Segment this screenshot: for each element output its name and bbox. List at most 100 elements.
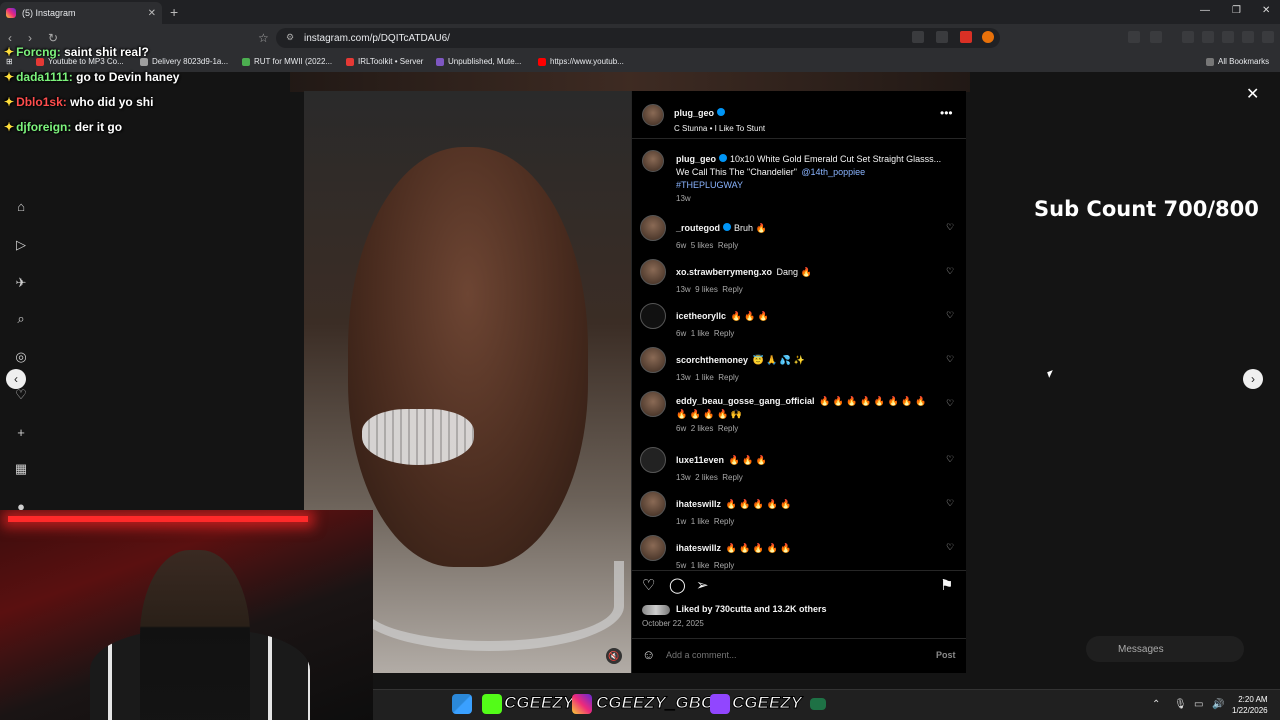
share-icon[interactable] <box>936 31 948 43</box>
caption-mention[interactable]: @14th_poppiee <box>801 167 865 177</box>
messages-button[interactable]: Messages <box>1086 636 1244 662</box>
comment-avatar[interactable] <box>640 347 666 373</box>
reply-button[interactable]: Reply <box>718 424 738 433</box>
clock[interactable]: 2:20 AM 1/22/2026 <box>1232 694 1268 716</box>
comment-username[interactable]: icetheoryllc <box>676 311 726 321</box>
excel-icon[interactable] <box>810 698 826 710</box>
author-avatar[interactable] <box>642 104 664 126</box>
messenger-icon[interactable]: ✈ <box>12 274 30 292</box>
create-icon[interactable]: + <box>12 424 30 442</box>
home-icon[interactable]: ⌂ <box>12 198 30 216</box>
reply-button[interactable]: Reply <box>714 329 734 338</box>
bookmark-star-icon[interactable]: ☆ <box>258 31 269 45</box>
comment-avatar[interactable] <box>640 535 666 561</box>
comment-avatar[interactable] <box>640 491 666 517</box>
comment-likes[interactable]: 1 like <box>695 373 714 382</box>
caption-hashtag[interactable]: #THEPLUGWAY <box>676 180 743 190</box>
reply-button[interactable]: Reply <box>722 285 742 294</box>
comment-like-icon[interactable]: ♡ <box>946 454 954 465</box>
comment-like-icon[interactable]: ♡ <box>946 310 954 321</box>
comment-likes[interactable]: 1 like <box>691 329 710 338</box>
caption-username[interactable]: plug_geo <box>676 154 716 164</box>
bookmark-item[interactable]: https://www.youtub... <box>538 57 624 66</box>
reply-button[interactable]: Reply <box>718 373 738 382</box>
likes-row[interactable]: Liked by 730cutta and 13.2K others <box>642 604 827 615</box>
extensions-icon[interactable] <box>1128 31 1140 43</box>
reels-icon[interactable]: ▷ <box>12 236 30 254</box>
comment-username[interactable]: eddy_beau_gosse_gang_official <box>676 396 815 406</box>
reply-button[interactable]: Reply <box>722 473 742 482</box>
comment-like-icon[interactable]: ♡ <box>946 542 954 553</box>
vpn-icon[interactable] <box>1202 31 1214 43</box>
dashboard-icon[interactable]: ▦ <box>12 460 30 478</box>
wallet-icon[interactable] <box>1150 31 1162 43</box>
bookmark-item[interactable]: RUT for MWII (2022... <box>242 57 332 66</box>
network-icon[interactable]: ▭ <box>1194 699 1203 710</box>
reload-icon[interactable]: ↻ <box>48 31 58 45</box>
comment-likes[interactable]: 2 likes <box>695 473 718 482</box>
comment-avatar[interactable] <box>640 303 666 329</box>
comment-like-icon[interactable]: ♡ <box>946 354 954 365</box>
comment-icon[interactable]: ◯ <box>669 576 686 594</box>
author-username[interactable]: plug_geo <box>674 108 714 118</box>
comment-likes[interactable]: 1 like <box>691 561 710 570</box>
caption-avatar[interactable] <box>642 150 664 172</box>
reply-button[interactable]: Reply <box>718 241 738 250</box>
forward-icon[interactable]: › <box>28 31 32 45</box>
comment-username[interactable]: xo.strawberrymeng.xo <box>676 267 772 277</box>
explore-icon[interactable]: ◎ <box>12 348 30 366</box>
comment-avatar[interactable] <box>640 447 666 473</box>
bookmark-item[interactable]: Delivery 8023d9-1a... <box>140 57 228 66</box>
tray-chevron-icon[interactable]: ⌃ <box>1152 699 1160 710</box>
comment-likes[interactable]: 5 likes <box>691 241 714 250</box>
tab-instagram[interactable]: (5) Instagram ✕ <box>0 2 162 24</box>
comment-avatar[interactable] <box>640 391 666 417</box>
comment-like-icon[interactable]: ♡ <box>946 266 954 277</box>
more-options-icon[interactable]: ••• <box>940 106 953 120</box>
comment-username[interactable]: ihateswillz <box>676 543 721 553</box>
site-info-icon[interactable]: ⚙ <box>286 32 294 43</box>
windows-start-icon[interactable] <box>452 694 472 714</box>
rewards-icon[interactable] <box>982 31 994 43</box>
profile-icon[interactable] <box>1242 31 1254 43</box>
volume-icon[interactable]: 🔊 <box>1212 699 1224 710</box>
minimize-icon[interactable]: — <box>1200 5 1210 16</box>
menu-icon[interactable] <box>1262 31 1274 43</box>
previous-post-icon[interactable]: ‹ <box>6 369 26 389</box>
post-comment-button[interactable]: Post <box>936 650 956 660</box>
comment-username[interactable]: ihateswillz <box>676 499 721 509</box>
bookmark-item[interactable]: IRLToolkit • Server <box>346 57 423 66</box>
leo-icon[interactable] <box>1222 31 1234 43</box>
reply-button[interactable]: Reply <box>714 561 734 570</box>
new-tab-icon[interactable]: + <box>170 4 178 20</box>
comment-likes[interactable]: 9 likes <box>695 285 718 294</box>
brave-shield-icon[interactable] <box>960 31 972 43</box>
close-window-icon[interactable]: ✕ <box>1262 5 1270 16</box>
mute-icon[interactable]: 🔇 <box>606 648 622 664</box>
search-icon[interactable]: ⌕ <box>12 310 30 328</box>
comment-username[interactable]: luxe11even <box>676 455 724 465</box>
comment-like-icon[interactable]: ♡ <box>946 222 954 233</box>
comment-like-icon[interactable]: ♡ <box>946 398 954 409</box>
comment-likes[interactable]: 1 like <box>691 517 710 526</box>
comment-like-icon[interactable]: ♡ <box>946 498 954 509</box>
sidebar-icon[interactable] <box>1182 31 1194 43</box>
save-icon[interactable]: ⚑ <box>940 576 953 594</box>
bookmark-item[interactable]: Unpublished, Mute... <box>436 57 521 66</box>
comment-avatar[interactable] <box>640 215 666 241</box>
add-comment-input[interactable] <box>666 646 916 664</box>
cast-icon[interactable] <box>912 31 924 43</box>
mic-icon[interactable]: 🎙 <box>1174 699 1187 710</box>
close-tab-icon[interactable]: ✕ <box>148 8 156 19</box>
emoji-icon[interactable]: ☺ <box>642 647 655 662</box>
comment-likes[interactable]: 2 likes <box>691 424 714 433</box>
share-icon[interactable]: ➢ <box>696 576 709 594</box>
next-post-icon[interactable]: › <box>1243 369 1263 389</box>
maximize-icon[interactable]: ❐ <box>1232 5 1241 16</box>
back-icon[interactable]: ‹ <box>8 31 12 45</box>
close-post-icon[interactable]: ✕ <box>1246 84 1259 104</box>
post-audio[interactable]: C Stunna • I Like To Stunt <box>674 124 765 133</box>
all-bookmarks[interactable]: All Bookmarks <box>1206 57 1269 66</box>
url-input[interactable]: ⚙ instagram.com/p/DQITcATDAU6/ <box>276 28 1000 48</box>
comment-avatar[interactable] <box>640 259 666 285</box>
